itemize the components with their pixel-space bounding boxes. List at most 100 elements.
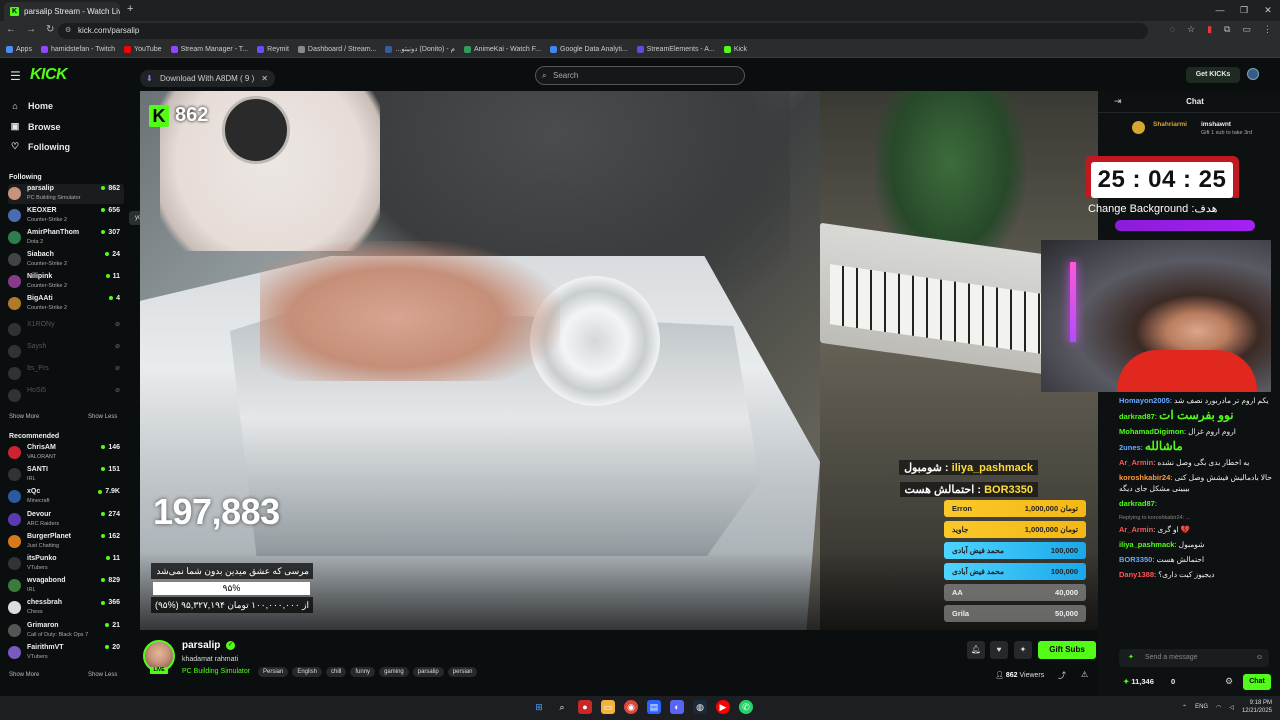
sidebar-channel[interactable]: Nilipink Counter-Strike 2 11	[8, 272, 124, 292]
taskbar-app-icon[interactable]: ●	[578, 700, 592, 714]
sidebar-channel[interactable]: xQc Minecraft 7.9K	[8, 487, 124, 507]
stream-tag[interactable]: chill	[326, 667, 347, 677]
taskbar-explorer-icon[interactable]: ▭	[601, 700, 615, 714]
chat-username[interactable]: BOR3350	[1119, 555, 1152, 564]
sidebar-channel[interactable]: KEOXER Counter-Strike 2 656	[8, 206, 124, 226]
sidebar-channel[interactable]: Devour ARC Raiders 274	[8, 510, 124, 530]
taskbar-youtube-icon[interactable]: ▶	[716, 700, 730, 714]
kicks-balance[interactable]: 0	[1171, 677, 1175, 686]
language-indicator[interactable]: ENG	[1195, 704, 1208, 710]
chat-username[interactable]: darkrad87	[1119, 412, 1155, 421]
bookmark-item[interactable]: Apps	[6, 45, 32, 53]
chat-username[interactable]: Homayon2005	[1119, 396, 1170, 405]
bookmark-item[interactable]: Google Data Analyti...	[550, 45, 628, 53]
stream-tag[interactable]: parsalip	[412, 667, 444, 677]
kick-logo[interactable]: KICK	[30, 66, 68, 84]
stream-tag[interactable]: English	[292, 667, 323, 677]
menu-dots-icon[interactable]: ⋮	[1263, 24, 1272, 35]
download-close-icon[interactable]: ✕	[261, 70, 268, 87]
sidebar-channel[interactable]: SANTI IRL 151	[8, 465, 124, 485]
sidebar-channel[interactable]: BurgerPlanet Just Chatting 162	[8, 532, 124, 552]
stream-tag[interactable]: funny	[350, 667, 376, 677]
following-show-less[interactable]: Show Less	[88, 414, 117, 420]
emoji-icon[interactable]: ☺	[1256, 649, 1263, 667]
bookmark-item[interactable]: Stream Manager - T...	[170, 45, 248, 53]
bookmark-item[interactable]: AnimeKai - Watch F...	[463, 45, 541, 53]
bookmark-item[interactable]: Dashboard / Stream...	[297, 45, 376, 53]
bookmark-item[interactable]: Kick	[723, 45, 747, 53]
taskbar-discord-icon[interactable]: ◐	[670, 700, 684, 714]
emote-icon[interactable]: ✦	[1128, 649, 1134, 667]
following-show-more[interactable]: Show More	[9, 414, 39, 420]
taskbar-steam-icon[interactable]: ◍	[693, 700, 707, 714]
recommended-show-less[interactable]: Show Less	[88, 672, 117, 678]
chat-message[interactable]: 2unes: ماشالله	[1119, 440, 1277, 453]
chat-message[interactable]: MohamadDigimon: اروم اروم غزال	[1119, 426, 1277, 437]
chat-message[interactable]: koroshkabir24: حالا بادمالیش فیشش وصل کن…	[1119, 472, 1277, 494]
taskbar-chrome-icon[interactable]: ◉	[624, 700, 638, 714]
sidebar-channel[interactable]: AmirPhanThom Dota 2 307	[8, 228, 124, 248]
browser-tab[interactable]: K parsalip Stream - Watch Live o ✕	[4, 2, 120, 21]
sidebar-channel[interactable]: BigAAti Counter-Strike 2 4	[8, 294, 124, 314]
reload-icon[interactable]: ↻	[46, 24, 54, 35]
chat-username[interactable]: iliya_pashmack	[1119, 540, 1174, 549]
windows-start-icon[interactable]: ⊞	[532, 700, 546, 714]
bookmark-item[interactable]: ...دونیتو (Donito) - م	[385, 45, 455, 53]
chat-username[interactable]: Ar_Armin	[1119, 458, 1153, 467]
chat-message[interactable]: BOR3350: احتمالش هست	[1119, 554, 1277, 565]
gift-subs-button[interactable]: Gift Subs	[1038, 641, 1096, 659]
chat-message[interactable]: Ar_Armin: یه اخطار بدی بگی وصل نشده	[1119, 457, 1277, 468]
chat-message[interactable]: iliya_pashmack: شومبول	[1119, 539, 1277, 550]
extensions-icon[interactable]: ⧉	[1224, 24, 1230, 35]
bookmark-item[interactable]: Reymit	[257, 45, 289, 53]
nav-following[interactable]: ♡ Following	[10, 141, 70, 152]
taskbar-search-icon[interactable]: ⌕	[555, 700, 569, 714]
sidebar-channel[interactable]: HoSi5 ⊘	[8, 386, 124, 406]
sidebar-channel[interactable]: Its_Prs ⊘	[8, 364, 124, 384]
eye-off-icon[interactable]: ◌	[1170, 24, 1175, 35]
hamburger-menu-icon[interactable]: ☰	[10, 69, 21, 83]
sidebar-channel[interactable]: Saysh ⊘	[8, 342, 124, 362]
stream-tag[interactable]: Persian	[258, 667, 289, 677]
new-tab-icon[interactable]: +	[127, 3, 133, 15]
chat-message-input[interactable]: ✦ Send a message ☺	[1119, 649, 1269, 667]
window-close-icon[interactable]: ✕	[1256, 0, 1280, 21]
video-player[interactable]: K 862 197,883 مرسی که عشق میدین بدون شما…	[140, 91, 1098, 630]
channel-points[interactable]: 11,346	[1123, 677, 1154, 686]
url-field[interactable]: ⚙ kick.com/parsalip	[58, 23, 1148, 39]
sidebar-channel[interactable]: parsalip PC Building Simulator 862	[8, 184, 124, 204]
sidebar-channel[interactable]: Siabach Counter-Strike 2 24	[8, 250, 124, 270]
taskbar-app-icon[interactable]: ▤	[647, 700, 661, 714]
maximize-icon[interactable]: ❐	[1232, 0, 1256, 21]
follow-heart-icon[interactable]: ♥	[990, 641, 1008, 659]
chat-username[interactable]: Ar_Armin	[1119, 525, 1153, 534]
chat-message[interactable]: Dany1388: دیجیوز کیت داری؟	[1119, 569, 1277, 580]
bookmark-item[interactable]: StreamElements - A...	[636, 45, 715, 53]
chat-message[interactable]: Homayon2005: یکم اروم تر مادربورد نصف شد	[1119, 395, 1277, 406]
minimize-icon[interactable]: —	[1208, 0, 1232, 21]
chat-username[interactable]: koroshkabir24	[1119, 473, 1170, 482]
tray-chevron-icon[interactable]: ⌃	[1182, 704, 1187, 711]
star-icon[interactable]: ☆	[1187, 24, 1195, 35]
share-icon[interactable]: ⤴	[1058, 670, 1066, 681]
chat-settings-icon[interactable]: ⚙	[1225, 676, 1233, 687]
chat-message[interactable]: Replying to koroshkabir24: ... Ar_Armin: …	[1119, 513, 1277, 535]
chat-message[interactable]: darkrad87:	[1119, 498, 1277, 509]
wifi-icon[interactable]: ◠	[1216, 704, 1221, 711]
chat-username[interactable]: MohamadDigimon	[1119, 427, 1184, 436]
sidebar-channel[interactable]: itsPunko VTubers 11	[8, 554, 124, 574]
taskbar-whatsapp-icon[interactable]: ✆	[739, 700, 753, 714]
sidebar-channel[interactable]: Grimaron Call of Duty: Black Ops 7 21	[8, 621, 124, 641]
gifter-name[interactable]: Shahriarmi	[1153, 121, 1187, 128]
system-clock[interactable]: 9:18 PM 12/21/2025	[1242, 699, 1272, 715]
volume-icon[interactable]: ◁	[1229, 704, 1234, 711]
sidebar-channel[interactable]: X1RONy ⊘	[8, 320, 124, 340]
gifter-name-2[interactable]: imshawnt	[1201, 121, 1231, 128]
recommended-show-more[interactable]: Show More	[9, 672, 39, 678]
pdf-extension-icon[interactable]: ▮	[1207, 24, 1212, 35]
clip-icon[interactable]: ✦	[1014, 641, 1032, 659]
nav-home[interactable]: ⌂ Home	[10, 101, 53, 111]
stream-tag[interactable]: gaming	[379, 667, 409, 677]
sidebar-channel[interactable]: wvagabond IRL 829	[8, 576, 124, 596]
user-avatar[interactable]	[1247, 68, 1259, 80]
